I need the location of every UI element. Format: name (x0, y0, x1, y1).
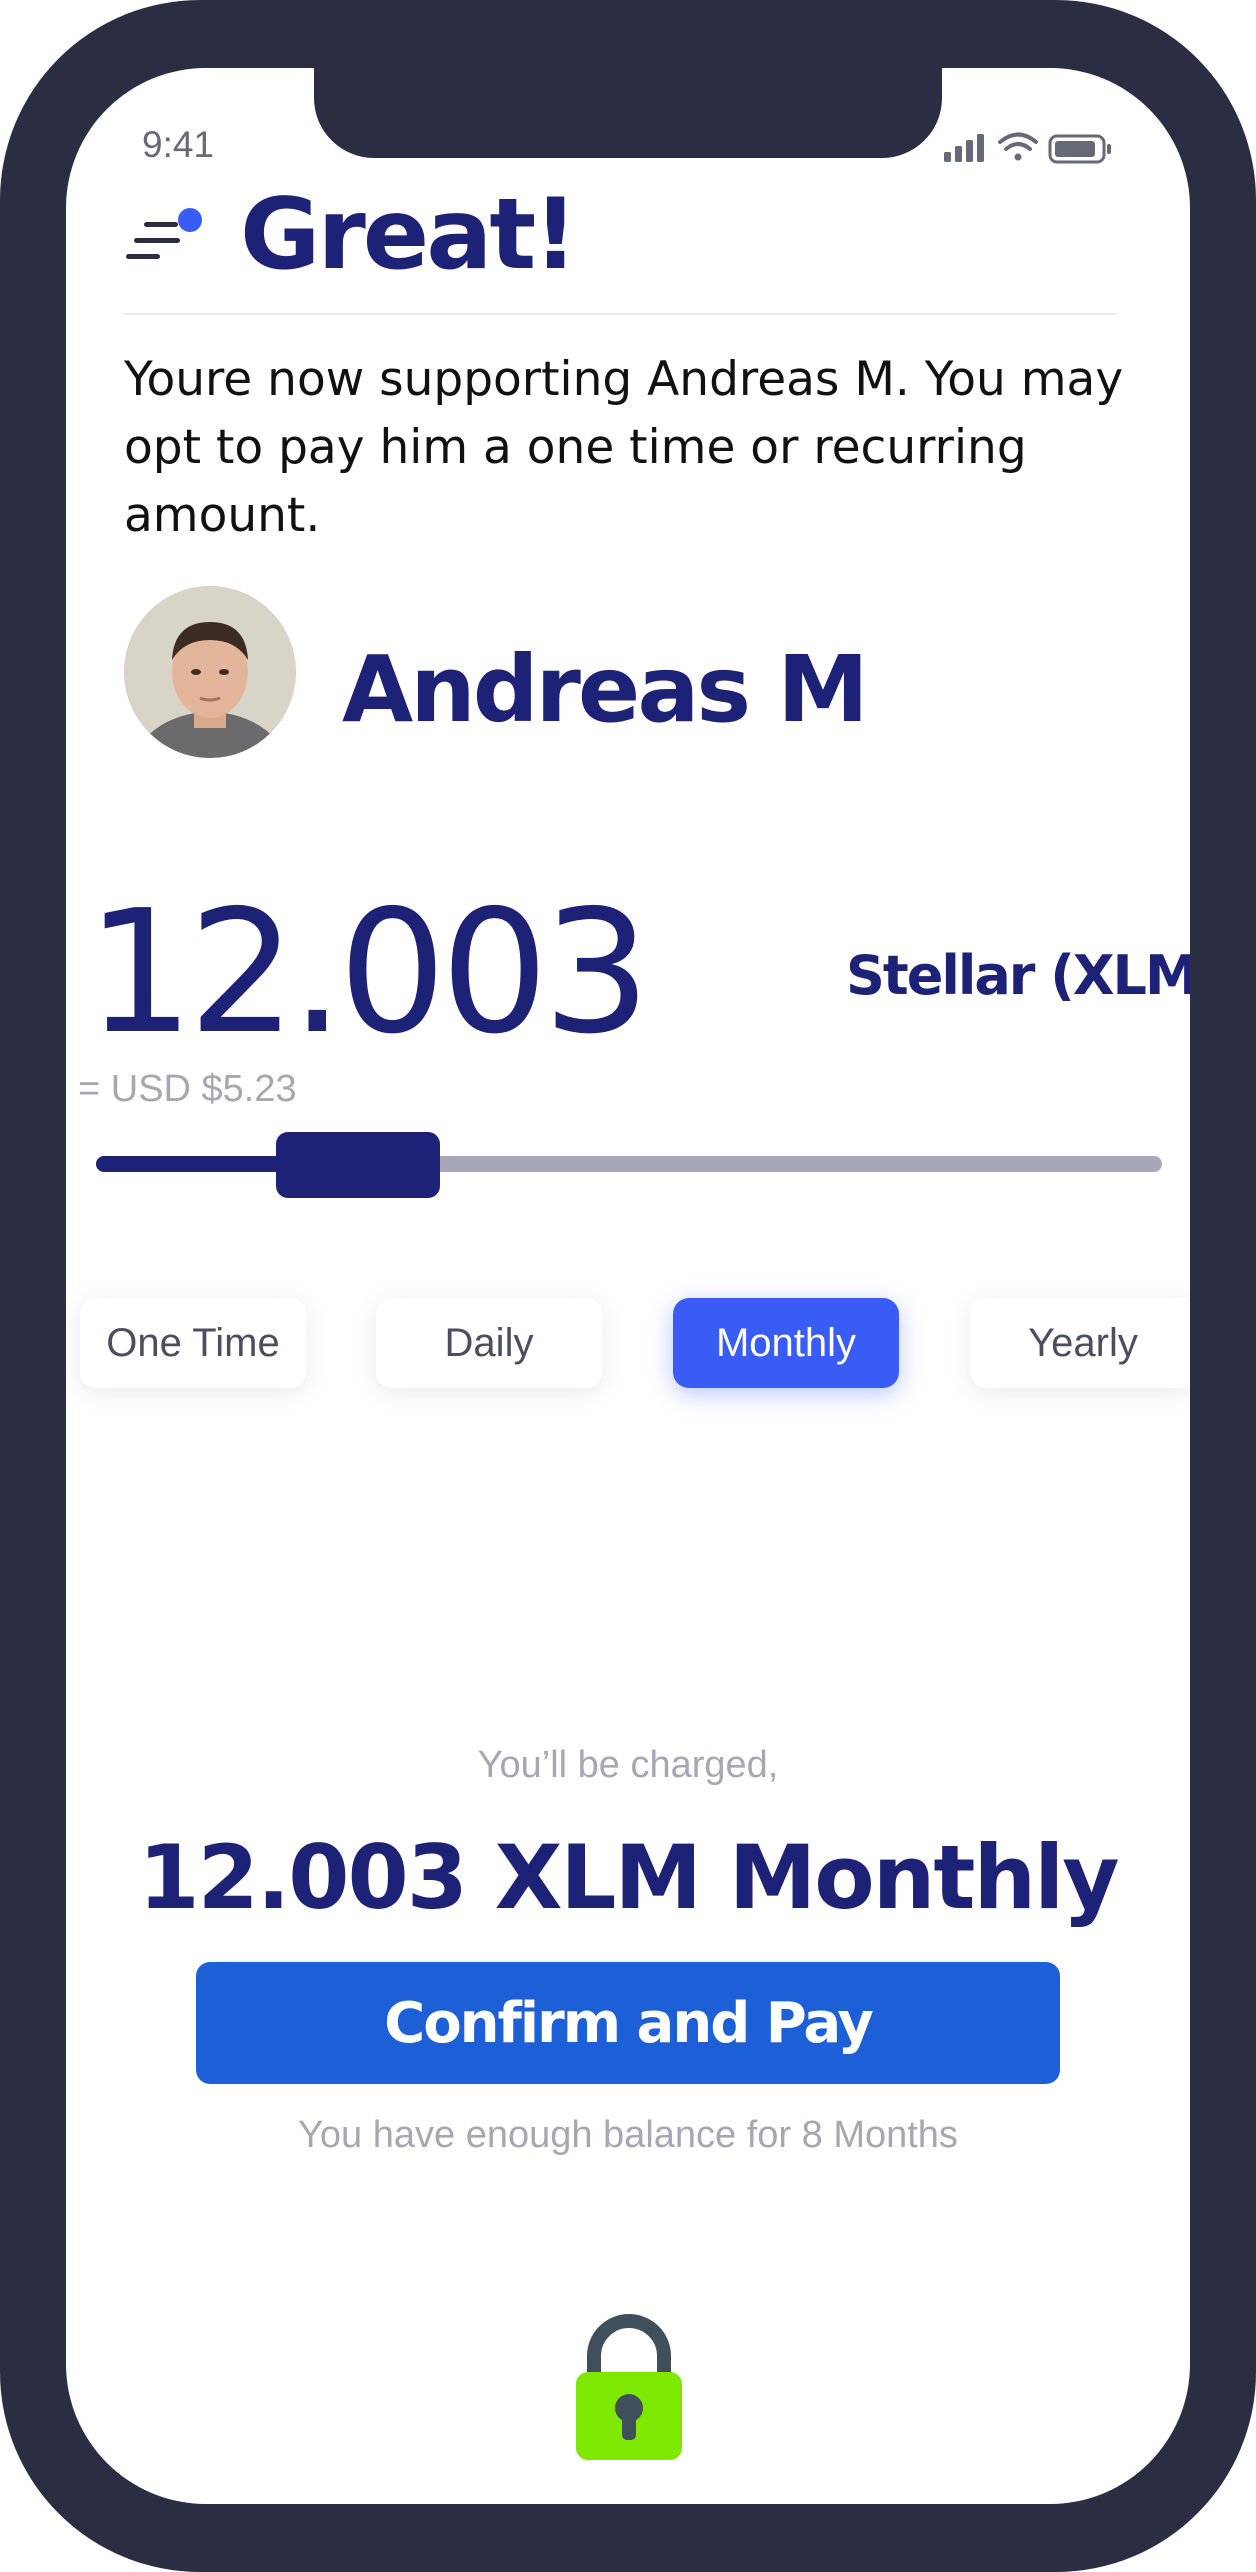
battery-icon (1048, 134, 1111, 164)
tab-label: Yearly (1028, 1320, 1138, 1365)
tab-daily[interactable]: Daily (376, 1298, 602, 1388)
avatar (124, 586, 296, 758)
intro-text: Youre now supporting Andreas M. You may … (124, 352, 1124, 543)
tab-yearly[interactable]: Yearly (970, 1298, 1190, 1388)
app-screen: 9:41 Great! Youre now supporting Andreas… (66, 68, 1190, 2504)
phone-frame: 9:41 Great! Youre now supporting Andreas… (0, 0, 1256, 2572)
device-notch (314, 68, 942, 158)
confirm-and-pay-button[interactable]: Confirm and Pay (196, 1962, 1060, 2084)
status-time: 9:41 (142, 124, 215, 165)
menu-button[interactable] (126, 204, 216, 274)
confirm-button-label: Confirm and Pay (384, 1990, 874, 2056)
tab-monthly[interactable]: Monthly (673, 1298, 899, 1388)
tab-label: One Time (106, 1320, 280, 1365)
balance-note: You have enough balance for 8 Months (298, 2114, 958, 2156)
amount-slider[interactable] (96, 1068, 1166, 1198)
tab-label: Monthly (715, 1320, 857, 1365)
signal-icon (944, 134, 984, 162)
recipient-name: Andreas M (342, 636, 869, 743)
amount-value: 12.003 (86, 874, 651, 1072)
charge-summary: 12.003 XLM Monthly (138, 1826, 1119, 1929)
tab-one-time[interactable]: One Time (80, 1298, 306, 1388)
currency-label: Stellar (XLM) (846, 944, 1190, 1007)
lock-icon (576, 2314, 682, 2460)
page-title: Great! (240, 178, 578, 292)
wifi-icon (998, 132, 1038, 161)
slider-thumb[interactable] (276, 1132, 441, 1198)
charge-label: You’ll be charged, (477, 1744, 779, 1786)
tab-label: Daily (444, 1320, 534, 1365)
title-divider (124, 313, 1116, 315)
notification-dot (178, 208, 202, 232)
status-icons (944, 132, 1111, 164)
